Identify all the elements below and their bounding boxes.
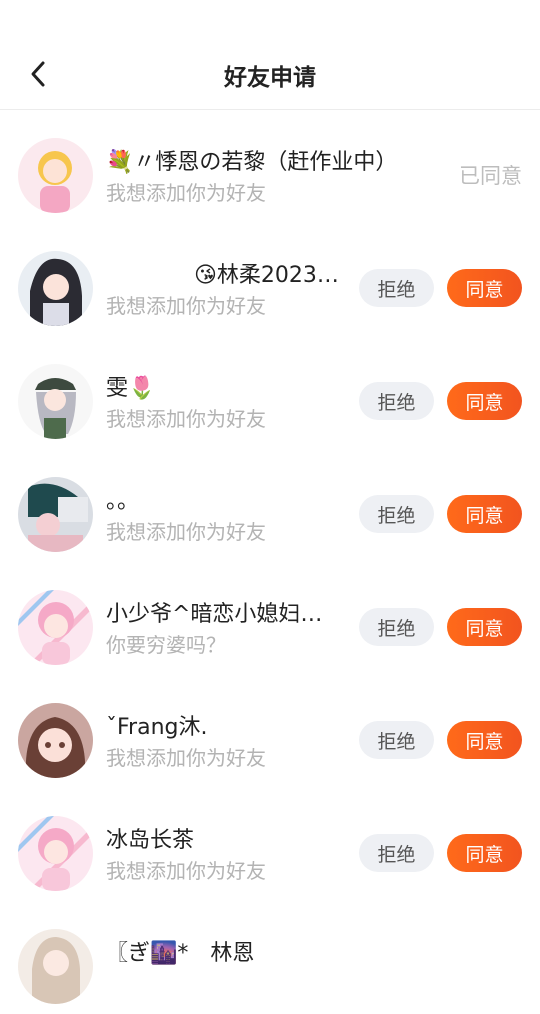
- request-name: 。。: [106, 489, 140, 514]
- reject-button[interactable]: 拒绝: [359, 608, 434, 646]
- reject-button[interactable]: 拒绝: [359, 382, 434, 420]
- reject-button[interactable]: 拒绝: [359, 495, 434, 533]
- request-message: 我想添加你为好友: [106, 294, 266, 318]
- top-bar: 好友申请: [0, 40, 540, 110]
- list-item[interactable]: 〖ぎ🌆* 林恩: [0, 901, 540, 1014]
- status-bar: [0, 0, 540, 40]
- request-message: 我想添加你为好友: [106, 181, 266, 205]
- list-item[interactable]: 。。 我想添加你为好友 拒绝 同意: [0, 449, 540, 562]
- avatar[interactable]: [18, 477, 93, 552]
- list-item[interactable]: 雯🌷 我想添加你为好友 拒绝 同意: [0, 336, 540, 449]
- accept-button[interactable]: 同意: [447, 495, 522, 533]
- accept-button[interactable]: 同意: [447, 721, 522, 759]
- request-name: 雯🌷: [106, 376, 156, 401]
- friend-request-list: 💐〃悸恩の若黎（赶作业中） 我想添加你为好友 已同意 😘林柔2023… 我想添加…: [0, 110, 540, 1014]
- page-title: 好友申请: [224, 64, 316, 91]
- accepted-status: 已同意: [459, 164, 522, 188]
- request-name: 小少爷^暗恋小媳妇…: [106, 602, 323, 627]
- accept-button[interactable]: 同意: [447, 608, 522, 646]
- avatar[interactable]: [18, 703, 93, 778]
- request-name: 😘林柔2023…: [106, 263, 339, 288]
- chevron-left-icon: [31, 61, 45, 87]
- list-item[interactable]: ˇFrang沐. 我想添加你为好友 拒绝 同意: [0, 675, 540, 788]
- request-message: 我想添加你为好友: [106, 746, 266, 770]
- request-message: 你要穷婆吗？: [106, 633, 226, 657]
- accept-button[interactable]: 同意: [447, 269, 522, 307]
- avatar[interactable]: [18, 251, 93, 326]
- request-name: 💐〃悸恩の若黎（赶作业中）: [106, 150, 398, 175]
- request-name: 〖ぎ🌆* 林恩: [106, 941, 255, 966]
- request-name: ˇFrang沐.: [106, 715, 208, 740]
- request-name: 冰岛长茶: [106, 828, 195, 853]
- reject-button[interactable]: 拒绝: [359, 269, 434, 307]
- back-button[interactable]: [20, 56, 56, 92]
- avatar[interactable]: [18, 929, 93, 1004]
- list-item[interactable]: 冰岛长茶 我想添加你为好友 拒绝 同意: [0, 788, 540, 901]
- avatar[interactable]: [18, 364, 93, 439]
- list-item[interactable]: 💐〃悸恩の若黎（赶作业中） 我想添加你为好友 已同意: [0, 110, 540, 223]
- avatar[interactable]: [18, 590, 93, 665]
- accept-button[interactable]: 同意: [447, 382, 522, 420]
- reject-button[interactable]: 拒绝: [359, 834, 434, 872]
- request-message: 我想添加你为好友: [106, 407, 266, 431]
- avatar[interactable]: [18, 138, 93, 213]
- request-message: 我想添加你为好友: [106, 859, 266, 883]
- list-item[interactable]: 小少爷^暗恋小媳妇… 你要穷婆吗？ 拒绝 同意: [0, 562, 540, 675]
- avatar[interactable]: [18, 816, 93, 891]
- accept-button[interactable]: 同意: [447, 834, 522, 872]
- list-item[interactable]: 😘林柔2023… 我想添加你为好友 拒绝 同意: [0, 223, 540, 336]
- reject-button[interactable]: 拒绝: [359, 721, 434, 759]
- request-message: 我想添加你为好友: [106, 520, 266, 544]
